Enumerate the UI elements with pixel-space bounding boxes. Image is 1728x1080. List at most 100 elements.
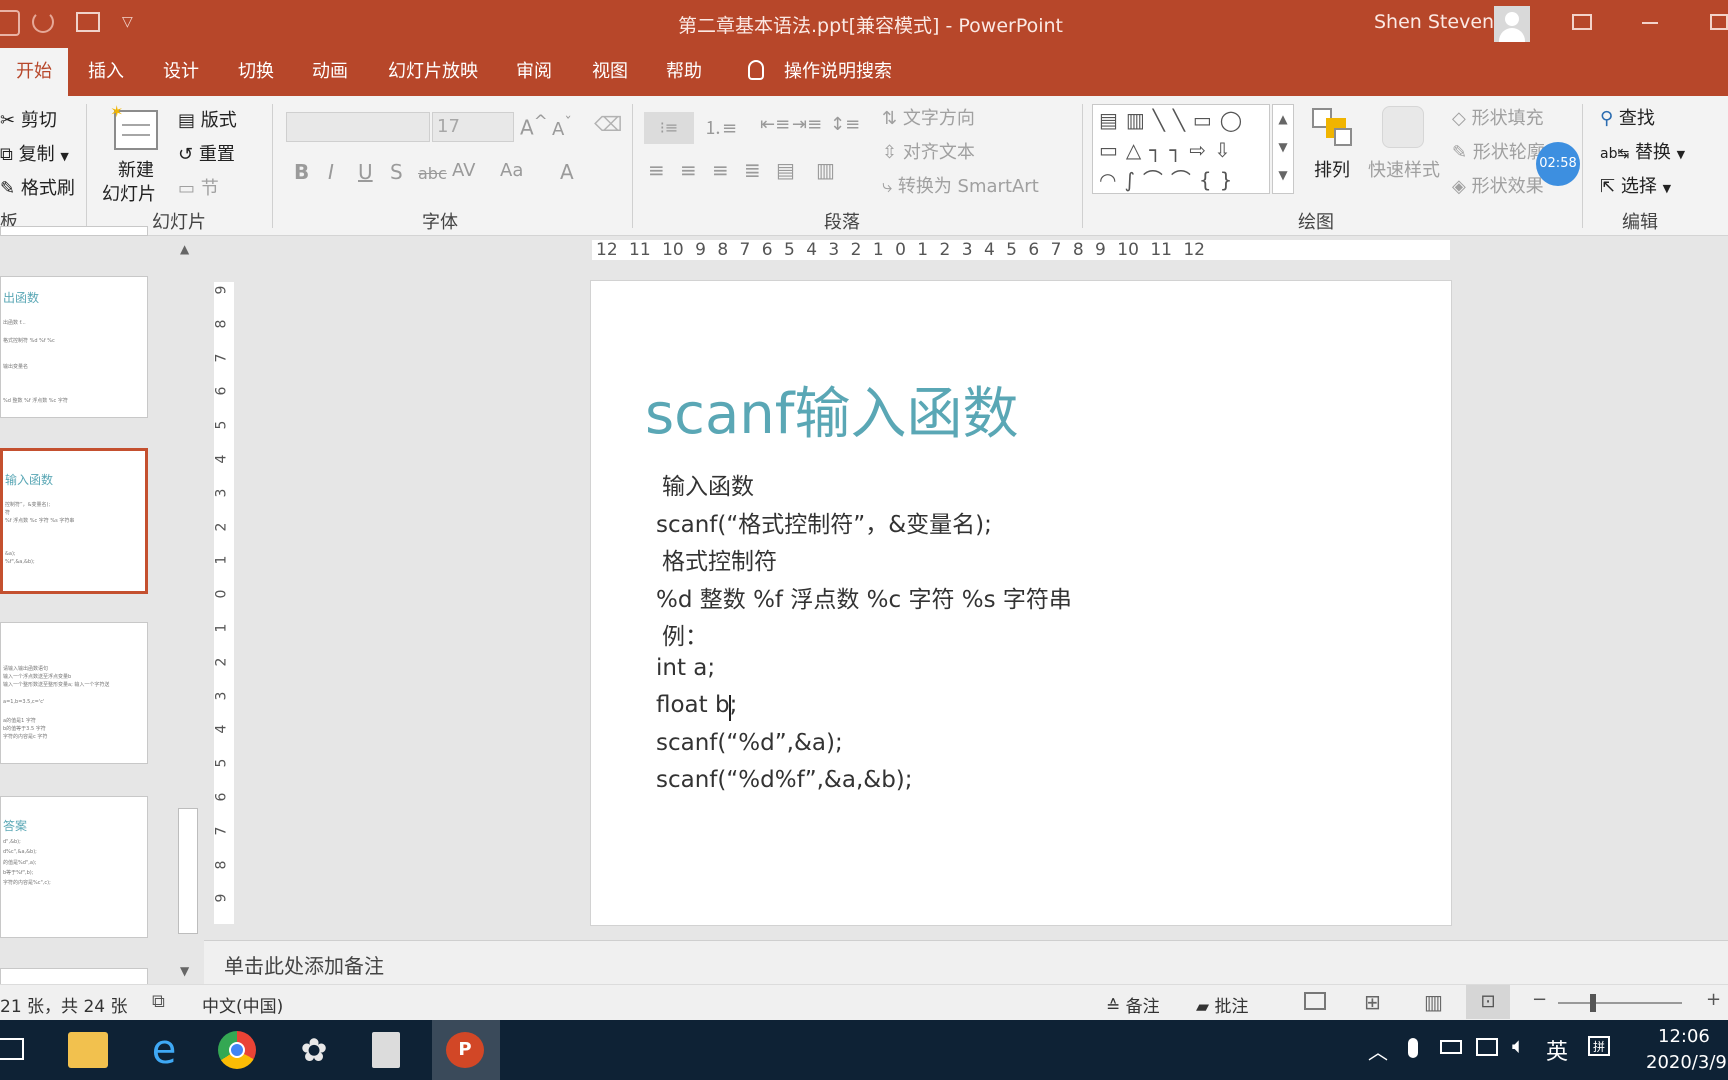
- format-painter-button[interactable]: ✎ 格式刷: [0, 174, 75, 200]
- new-slide-icon[interactable]: ✶: [110, 102, 158, 150]
- slide-body-line[interactable]: %d 整数 %f 浮点数 %c 字符 %s 字符串: [656, 580, 1072, 614]
- thumbnail-scrollbar[interactable]: ▲ ▼: [176, 236, 200, 984]
- select-button[interactable]: ⇱ 选择 ▼: [1600, 172, 1671, 198]
- zoom-slider[interactable]: [1558, 994, 1682, 1012]
- align-center-icon[interactable]: ≡: [680, 158, 697, 182]
- slide-body-line[interactable]: scanf(“%d%f”,&a,&b);: [656, 767, 913, 793]
- chrome-icon[interactable]: [218, 1031, 256, 1069]
- scroll-thumb[interactable]: [178, 808, 198, 934]
- tab-design[interactable]: 设计: [163, 48, 199, 96]
- slide-thumbnail[interactable]: 出函数 出函数 f... 格式控制符 %d %f %c 输出变量名 %d 整数 …: [0, 276, 148, 418]
- decrease-indent-icon[interactable]: ⇤≡: [760, 114, 790, 135]
- internet-explorer-icon[interactable]: e: [142, 1028, 186, 1072]
- battery-icon[interactable]: [1440, 1040, 1462, 1054]
- tell-me-search[interactable]: 操作说明搜索: [784, 48, 892, 96]
- clock-date[interactable]: 2020/3/9: [1646, 1052, 1727, 1073]
- calculator-icon[interactable]: [372, 1032, 400, 1068]
- strikethrough-icon[interactable]: abc: [418, 164, 447, 183]
- tab-slideshow[interactable]: 幻灯片放映: [388, 48, 478, 96]
- tab-insert[interactable]: 插入: [88, 48, 124, 96]
- shape-fill-button[interactable]: ◇ 形状填充: [1452, 104, 1544, 130]
- slideshow-view-icon[interactable]: ⊡: [1466, 985, 1510, 1019]
- change-case-button[interactable]: Aa: [500, 160, 523, 181]
- convert-smartart-button[interactable]: ⤷ 转换为 SmartArt: [882, 172, 1039, 198]
- copy-button[interactable]: ⧉ 复制 ▼: [0, 140, 69, 166]
- slide-thumbnail-selected[interactable]: 输入函数 控制符”，&变量名); 符 %f 浮点数 %c 字符 %s 字符串 &…: [0, 448, 148, 594]
- font-color-icon[interactable]: A: [560, 160, 574, 184]
- ime-layout-icon[interactable]: 拼: [1588, 1036, 1610, 1056]
- tab-view[interactable]: 视图: [592, 48, 628, 96]
- reading-view-icon[interactable]: ▥: [1424, 990, 1443, 1014]
- slide-body-line[interactable]: 例：: [662, 617, 708, 651]
- increase-indent-icon[interactable]: ⇥≡: [792, 114, 822, 135]
- ime-mode-indicator[interactable]: 英: [1546, 1034, 1568, 1066]
- scroll-up-icon[interactable]: ▲: [180, 242, 189, 256]
- task-view-icon[interactable]: [0, 1038, 24, 1060]
- slide-thumbnail[interactable]: 请输入输出函数语句 输入一个浮点数送至浮点变量b 输入一个整形数送至整形变量a;…: [0, 622, 148, 764]
- slide-body-line[interactable]: float b;: [656, 692, 737, 718]
- new-slide-dropdown[interactable]: 幻灯片: [102, 180, 156, 206]
- zoom-slider-thumb[interactable]: [1590, 994, 1596, 1012]
- customize-toolbar-icon[interactable]: ▽: [122, 14, 133, 30]
- shrink-font-icon[interactable]: Aˇ: [552, 114, 572, 140]
- new-slide-button[interactable]: 新建: [118, 156, 154, 182]
- shadow-icon[interactable]: S: [390, 160, 403, 184]
- char-spacing-icon[interactable]: AV: [452, 160, 475, 181]
- align-text-button[interactable]: ⇳ 对齐文本: [882, 138, 975, 164]
- grow-font-icon[interactable]: A^: [520, 112, 548, 140]
- slide-sorter-icon[interactable]: ⊞: [1364, 990, 1381, 1014]
- scroll-down-icon[interactable]: ▼: [180, 964, 189, 978]
- reset-button[interactable]: ↺ 重置: [178, 140, 235, 166]
- shape-effects-button[interactable]: ◈ 形状效果: [1452, 172, 1544, 198]
- columns-icon[interactable]: ▥: [816, 158, 835, 182]
- language-indicator[interactable]: 中文(中国): [202, 992, 283, 1017]
- slide-body-line[interactable]: int a;: [656, 655, 715, 681]
- text-direction-button[interactable]: ⇅ 文字方向: [882, 104, 975, 130]
- italic-icon[interactable]: I: [328, 160, 334, 184]
- find-button[interactable]: ⚲ 查找: [1600, 104, 1655, 130]
- zoom-in-icon[interactable]: +: [1706, 989, 1721, 1010]
- file-explorer-icon[interactable]: [68, 1032, 108, 1068]
- shape-gallery[interactable]: ▤▥╲╲▭◯ ▭△┐┐⇨⇩ ◠∫⌒⌒{}: [1092, 104, 1270, 194]
- slide[interactable]: scanf输入函数 输入函数 scanf(“格式控制符”，&变量名); 格式控制…: [590, 280, 1452, 926]
- show-hidden-icons[interactable]: ︿: [1368, 1036, 1388, 1065]
- tab-home[interactable]: 开始: [0, 48, 68, 96]
- tab-help[interactable]: 帮助: [666, 48, 702, 96]
- notes-placeholder[interactable]: 单击此处添加备注: [224, 950, 384, 979]
- justify-icon[interactable]: ≣: [744, 158, 761, 182]
- replace-button[interactable]: ab↹ 替换 ▼: [1600, 138, 1685, 164]
- minimize-icon[interactable]: [1642, 22, 1658, 24]
- arrange-button[interactable]: 排列: [1314, 156, 1350, 182]
- bullets-icon[interactable]: ⁝≡: [644, 112, 694, 144]
- powerpoint-taskbar-button[interactable]: P: [432, 1020, 500, 1080]
- shapes-scroll-icon[interactable]: ▲ ▼ ▼: [1272, 104, 1294, 194]
- font-name-box[interactable]: [286, 112, 430, 142]
- slide-body-line[interactable]: scanf(“%d”,&a);: [656, 730, 843, 756]
- tab-animations[interactable]: 动画: [312, 48, 348, 96]
- avatar[interactable]: [1494, 6, 1530, 42]
- restore-icon[interactable]: [1710, 14, 1728, 30]
- redo-icon[interactable]: [32, 11, 54, 33]
- align-left-icon[interactable]: ≡: [648, 158, 665, 182]
- clock-time[interactable]: 12:06: [1658, 1026, 1710, 1047]
- comments-button[interactable]: ▰ 批注: [1196, 992, 1248, 1017]
- network-icon[interactable]: [1476, 1038, 1498, 1056]
- cut-button[interactable]: ✂ 剪切: [0, 106, 57, 132]
- slide-body-line[interactable]: scanf(“格式控制符”，&变量名);: [656, 505, 992, 539]
- slide-body-line[interactable]: 输入函数: [662, 467, 754, 501]
- slide-thumbnail[interactable]: [0, 226, 148, 236]
- underline-icon[interactable]: U: [358, 160, 373, 184]
- autosave-icon[interactable]: [0, 10, 20, 36]
- volume-icon[interactable]: 🔈︎: [1512, 1034, 1525, 1059]
- distributed-icon[interactable]: ▤: [776, 158, 795, 182]
- slide-body-line[interactable]: 格式控制符: [662, 542, 777, 576]
- notes-toggle-button[interactable]: ≙ 备注: [1106, 992, 1160, 1017]
- paint-app-icon[interactable]: ✿: [292, 1028, 336, 1072]
- user-name[interactable]: Shen Steven: [1374, 11, 1494, 33]
- slide-thumbnail[interactable]: 答案 d",&b); d%c",&a,&b); 的值是%d",a); b等于%f…: [0, 796, 148, 938]
- layout-button[interactable]: ▤ 版式: [178, 106, 237, 132]
- quick-styles-button[interactable]: 快速样式: [1368, 156, 1440, 182]
- shape-outline-button[interactable]: ✎ 形状轮廓: [1452, 138, 1545, 164]
- tab-review[interactable]: 审阅: [516, 48, 552, 96]
- line-spacing-icon[interactable]: ↕≡: [830, 114, 860, 135]
